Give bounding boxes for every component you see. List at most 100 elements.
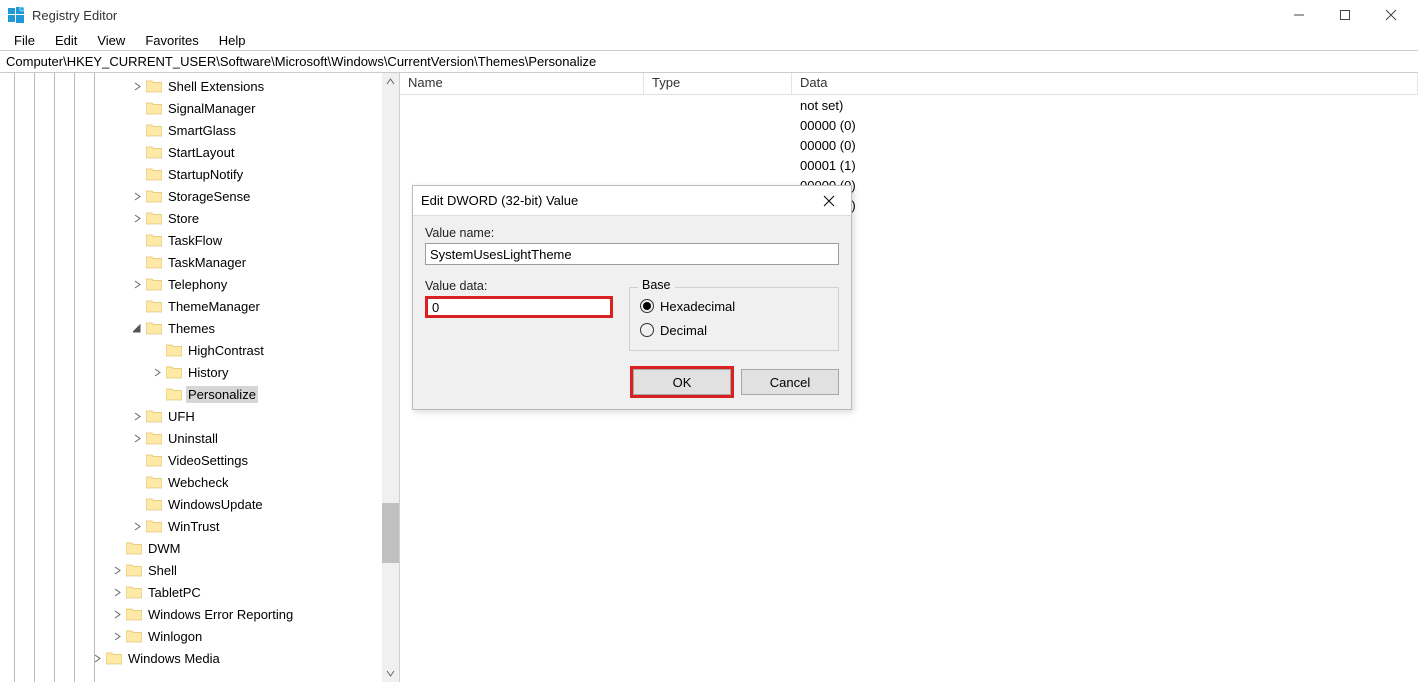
list-cell-data: 00000 (0) — [792, 178, 1418, 193]
chevron-right-icon[interactable] — [130, 79, 144, 93]
chevron-right-icon[interactable] — [110, 629, 124, 643]
scroll-thumb[interactable] — [382, 503, 399, 563]
folder-icon — [166, 387, 182, 401]
tree-item[interactable]: Winlogon — [0, 625, 399, 647]
scroll-up-button[interactable] — [382, 73, 399, 90]
list-row[interactable]: 00000 (0) — [400, 115, 1418, 135]
value-data-input[interactable] — [425, 296, 613, 318]
chevron-right-icon[interactable] — [110, 563, 124, 577]
tree-item[interactable]: SmartGlass — [0, 119, 399, 141]
value-name-label: Value name: — [425, 226, 839, 240]
folder-icon — [126, 607, 142, 621]
folder-icon — [146, 167, 162, 181]
menu-favorites[interactable]: Favorites — [135, 31, 208, 50]
tree-item-label: WindowsUpdate — [166, 496, 265, 513]
expander-none — [150, 343, 164, 357]
tree-item[interactable]: Shell — [0, 559, 399, 581]
chevron-right-icon[interactable] — [150, 365, 164, 379]
folder-icon — [126, 585, 142, 599]
list-row[interactable]: not set) — [400, 95, 1418, 115]
column-header-name[interactable]: Name — [400, 73, 644, 94]
minimize-button[interactable] — [1276, 0, 1322, 30]
folder-icon — [146, 145, 162, 159]
folder-icon — [146, 409, 162, 423]
tree-item[interactable]: Webcheck — [0, 471, 399, 493]
tree-item[interactable]: SignalManager — [0, 97, 399, 119]
tree-item[interactable]: DWM — [0, 537, 399, 559]
list-cell-data: 00000 (0) — [792, 138, 1418, 153]
tree-item[interactable]: Store — [0, 207, 399, 229]
chevron-right-icon[interactable] — [90, 651, 104, 665]
tree-item[interactable]: UFH — [0, 405, 399, 427]
ok-button[interactable]: OK — [633, 369, 731, 395]
chevron-right-icon[interactable] — [130, 519, 144, 533]
tree-scrollbar[interactable] — [382, 73, 399, 682]
chevron-right-icon[interactable] — [130, 431, 144, 445]
folder-icon — [146, 79, 162, 93]
tree-item-label: TaskManager — [166, 254, 248, 271]
value-name-input[interactable] — [425, 243, 839, 265]
chevron-right-icon[interactable] — [130, 211, 144, 225]
menubar: File Edit View Favorites Help — [0, 30, 1418, 50]
tree-item[interactable]: TaskFlow — [0, 229, 399, 251]
address-bar[interactable]: Computer\HKEY_CURRENT_USER\Software\Micr… — [0, 50, 1418, 73]
tree-item[interactable]: History — [0, 361, 399, 383]
list-cell-data: 00000 (0) — [792, 118, 1418, 133]
radio-decimal[interactable]: Decimal — [640, 318, 828, 342]
chevron-right-icon[interactable] — [130, 277, 144, 291]
expander-none — [130, 167, 144, 181]
tree-item[interactable]: StartLayout — [0, 141, 399, 163]
list-row[interactable]: 00000 (0) — [400, 135, 1418, 155]
registry-tree[interactable]: Shell ExtensionsSignalManagerSmartGlassS… — [0, 73, 399, 669]
expander-none — [130, 123, 144, 137]
expander-none — [150, 387, 164, 401]
tree-item[interactable]: StartupNotify — [0, 163, 399, 185]
maximize-button[interactable] — [1322, 0, 1368, 30]
tree-item[interactable]: TaskManager — [0, 251, 399, 273]
tree-item-label: Shell Extensions — [166, 78, 266, 95]
tree-item[interactable]: Telephony — [0, 273, 399, 295]
chevron-right-icon[interactable] — [110, 585, 124, 599]
expander-none — [130, 233, 144, 247]
tree-item[interactable]: HighContrast — [0, 339, 399, 361]
folder-icon — [106, 651, 122, 665]
tree-item-label: Webcheck — [166, 474, 230, 491]
tree-item[interactable]: Shell Extensions — [0, 75, 399, 97]
base-group: Base Hexadecimal Decimal — [629, 287, 839, 351]
tree-item[interactable]: Personalize — [0, 383, 399, 405]
chevron-right-icon[interactable] — [130, 189, 144, 203]
chevron-down-icon[interactable] — [130, 321, 144, 335]
list-row[interactable]: 00001 (1) — [400, 155, 1418, 175]
cancel-button[interactable]: Cancel — [741, 369, 839, 395]
tree-item[interactable]: WinTrust — [0, 515, 399, 537]
tree-item[interactable]: VideoSettings — [0, 449, 399, 471]
chevron-right-icon[interactable] — [110, 607, 124, 621]
tree-item[interactable]: WindowsUpdate — [0, 493, 399, 515]
tree-item[interactable]: TabletPC — [0, 581, 399, 603]
menu-edit[interactable]: Edit — [45, 31, 87, 50]
folder-icon — [146, 211, 162, 225]
menu-file[interactable]: File — [4, 31, 45, 50]
menu-help[interactable]: Help — [209, 31, 256, 50]
tree-item-label: TaskFlow — [166, 232, 224, 249]
tree-item[interactable]: StorageSense — [0, 185, 399, 207]
tree-item[interactable]: Windows Media — [0, 647, 399, 669]
column-header-type[interactable]: Type — [644, 73, 792, 94]
tree-item-label: Windows Media — [126, 650, 222, 667]
dialog-close-button[interactable] — [815, 187, 843, 215]
menu-view[interactable]: View — [87, 31, 135, 50]
list-cell-data: 00001 (1) — [792, 158, 1418, 173]
folder-icon — [146, 277, 162, 291]
column-header-data[interactable]: Data — [792, 73, 1418, 94]
chevron-right-icon[interactable] — [130, 409, 144, 423]
scroll-down-button[interactable] — [382, 665, 399, 682]
expander-none — [130, 475, 144, 489]
close-button[interactable] — [1368, 0, 1414, 30]
radio-hexadecimal[interactable]: Hexadecimal — [640, 294, 828, 318]
expander-none — [130, 255, 144, 269]
tree-item[interactable]: Uninstall — [0, 427, 399, 449]
tree-item[interactable]: ThemeManager — [0, 295, 399, 317]
tree-item[interactable]: Themes — [0, 317, 399, 339]
tree-item[interactable]: Windows Error Reporting — [0, 603, 399, 625]
tree-item-label: ThemeManager — [166, 298, 262, 315]
